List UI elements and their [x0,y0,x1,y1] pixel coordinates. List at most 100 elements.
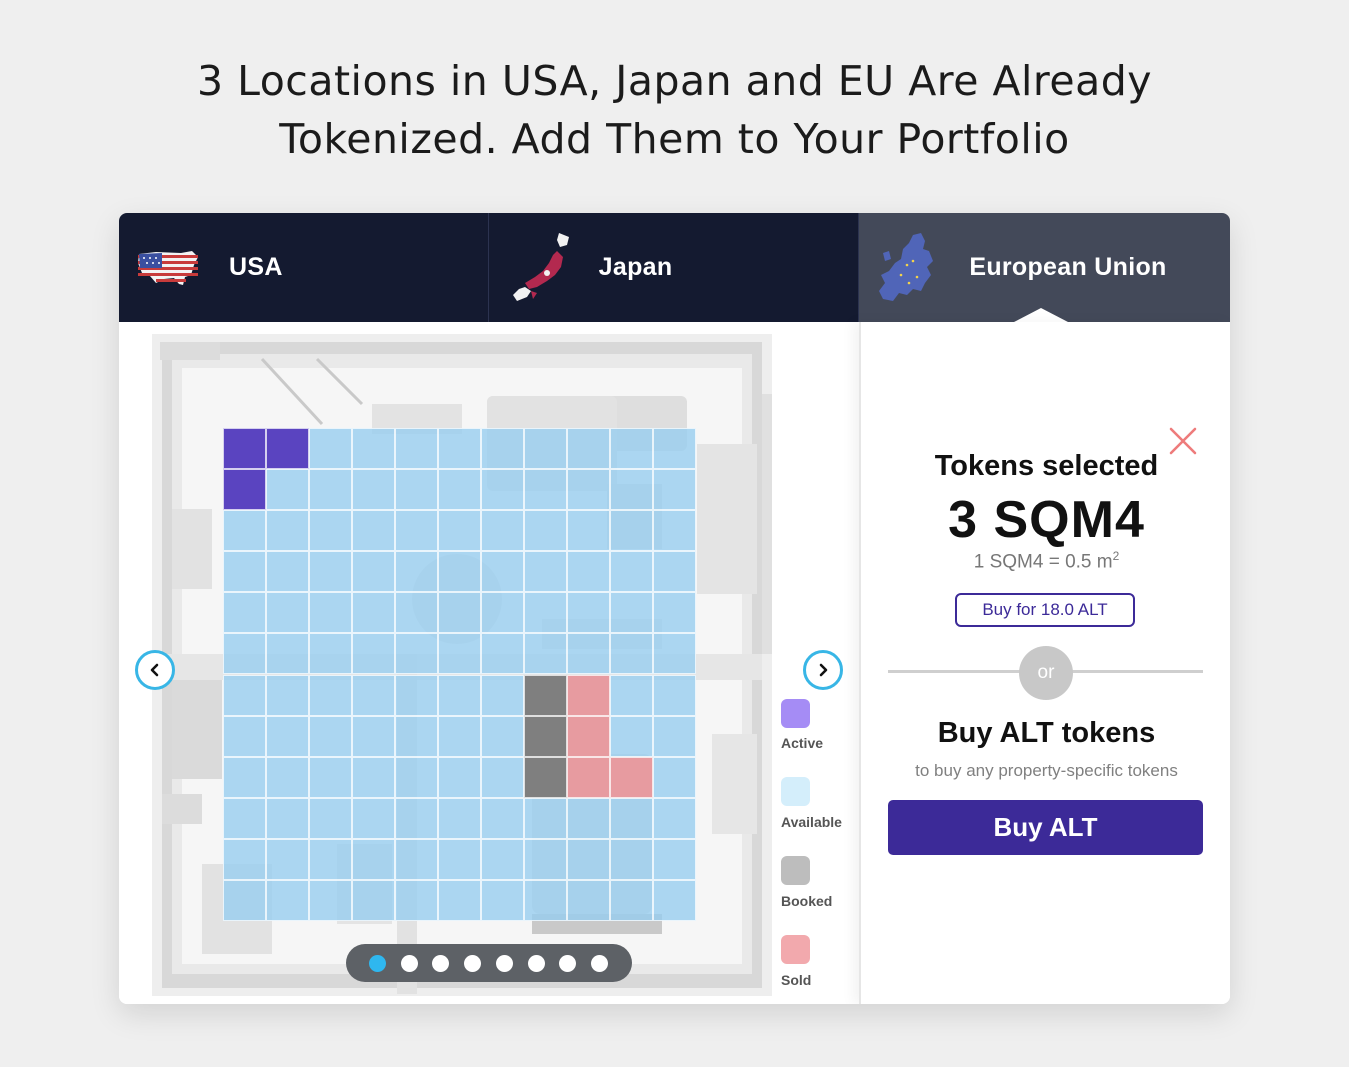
grid-cell-available[interactable] [352,592,395,634]
grid-cell-available[interactable] [653,592,696,634]
grid-cell-available[interactable] [395,674,438,716]
grid-cell-available[interactable] [438,469,481,511]
carousel-dot[interactable] [369,955,386,972]
grid-cell-available[interactable] [395,510,438,552]
grid-cell-available[interactable] [352,469,395,511]
grid-cell-available[interactable] [309,879,352,921]
grid-cell-available[interactable] [438,428,481,470]
grid-cell-available[interactable] [438,674,481,716]
grid-cell-available[interactable] [524,838,567,880]
grid-cell-available[interactable] [567,469,610,511]
grid-cell-available[interactable] [438,756,481,798]
tab-usa[interactable]: USA [119,213,489,322]
grid-cell-available[interactable] [309,715,352,757]
grid-cell-available[interactable] [653,674,696,716]
grid-cell-available[interactable] [524,633,567,675]
carousel-dot[interactable] [400,955,418,972]
grid-cell-available[interactable] [610,797,653,839]
tab-japan[interactable]: Japan [488,213,860,322]
grid-cell-available[interactable] [481,469,524,511]
grid-cell-available[interactable] [481,428,524,470]
grid-cell-available[interactable] [524,551,567,593]
grid-cell-available[interactable] [653,428,696,470]
grid-cell-available[interactable] [309,469,352,511]
grid-cell-available[interactable] [438,715,481,757]
grid-cell-available[interactable] [610,633,653,675]
grid-cell-available[interactable] [223,633,266,675]
carousel-dot[interactable] [590,955,608,972]
grid-cell-available[interactable] [223,715,266,757]
grid-cell-available[interactable] [309,551,352,593]
grid-cell-available[interactable] [653,715,696,757]
grid-cell-available[interactable] [266,838,309,880]
grid-cell-available[interactable] [352,428,395,470]
grid-cell-available[interactable] [653,510,696,552]
grid-cell-available[interactable] [395,797,438,839]
next-arrow-button[interactable] [803,650,843,690]
grid-cell-available[interactable] [653,756,696,798]
grid-cell-available[interactable] [610,469,653,511]
grid-cell-available[interactable] [309,756,352,798]
grid-cell-available[interactable] [610,838,653,880]
grid-cell-available[interactable] [223,797,266,839]
grid-cell-available[interactable] [481,797,524,839]
grid-cell-available[interactable] [395,551,438,593]
carousel-dot[interactable] [527,955,545,972]
grid-cell-available[interactable] [266,551,309,593]
grid-cell-available[interactable] [309,428,352,470]
grid-cell-available[interactable] [481,551,524,593]
grid-cell-available[interactable] [309,674,352,716]
grid-cell-available[interactable] [223,838,266,880]
grid-cell-available[interactable] [352,633,395,675]
grid-cell-available[interactable] [653,551,696,593]
grid-cell-available[interactable] [266,715,309,757]
grid-cell-available[interactable] [610,551,653,593]
grid-cell-available[interactable] [481,674,524,716]
grid-cell-available[interactable] [567,592,610,634]
grid-cell-available[interactable] [610,715,653,757]
grid-cell-available[interactable] [352,879,395,921]
grid-cell-available[interactable] [395,879,438,921]
grid-cell-available[interactable] [352,674,395,716]
grid-cell-available[interactable] [524,510,567,552]
grid-cell-available[interactable] [481,879,524,921]
grid-cell-available[interactable] [223,756,266,798]
grid-cell-available[interactable] [567,879,610,921]
grid-cell-available[interactable] [395,838,438,880]
grid-cell-available[interactable] [309,633,352,675]
grid-cell-available[interactable] [266,674,309,716]
grid-cell-available[interactable] [653,879,696,921]
grid-cell-available[interactable] [395,592,438,634]
grid-cell-available[interactable] [223,510,266,552]
grid-cell-available[interactable] [524,428,567,470]
grid-cell-available[interactable] [438,510,481,552]
grid-cell-available[interactable] [309,592,352,634]
grid-cell-available[interactable] [524,469,567,511]
grid-cell-available[interactable] [567,633,610,675]
grid-cell-active[interactable] [223,469,266,511]
grid-cell-available[interactable] [610,592,653,634]
grid-cell-available[interactable] [266,592,309,634]
previous-arrow-button[interactable] [135,650,175,690]
grid-cell-available[interactable] [567,428,610,470]
buy-alt-button[interactable]: Buy ALT [888,800,1203,855]
buy-for-button[interactable]: Buy for 18.0 ALT [955,593,1135,627]
grid-cell-available[interactable] [481,510,524,552]
grid-cell-available[interactable] [309,510,352,552]
grid-cell-available[interactable] [352,838,395,880]
grid-cell-available[interactable] [266,633,309,675]
tab-european-union[interactable]: European Union [859,213,1230,322]
grid-cell-available[interactable] [438,633,481,675]
grid-cell-available[interactable] [395,633,438,675]
grid-cell-available[interactable] [438,879,481,921]
grid-cell-available[interactable] [610,879,653,921]
grid-cell-available[interactable] [653,838,696,880]
carousel-dot[interactable] [495,955,513,972]
grid-cell-available[interactable] [481,633,524,675]
carousel-dot[interactable] [432,955,450,972]
grid-cell-available[interactable] [438,551,481,593]
grid-cell-available[interactable] [610,428,653,470]
grid-cell-available[interactable] [481,838,524,880]
grid-cell-available[interactable] [481,592,524,634]
carousel-dot[interactable] [559,955,577,972]
